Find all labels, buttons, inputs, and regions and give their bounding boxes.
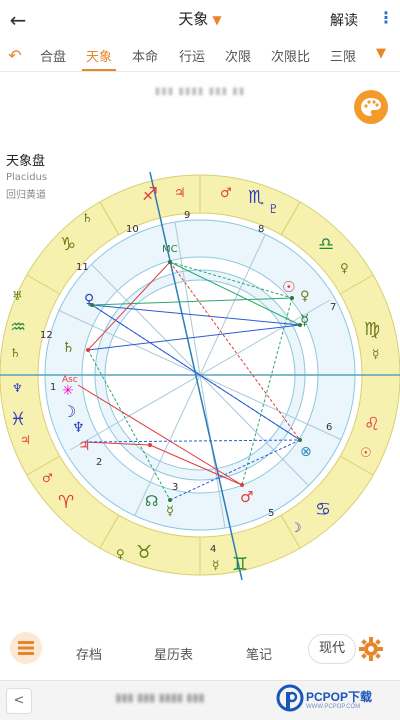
mars-planet-icon[interactable]: ♂	[240, 488, 253, 506]
page-title: 天象	[178, 10, 209, 28]
moon-planet-icon[interactable]: ☽	[62, 402, 76, 421]
jupiter-planet-icon[interactable]: ♃	[78, 438, 91, 454]
date-time-field[interactable]: ▮▮▮ ▮▮▮ ▮▮▮▮ ▮▮▮	[60, 691, 260, 709]
chevron-left-icon[interactable]: <	[6, 688, 32, 714]
pluto-ruler-icon: ♇	[268, 202, 279, 216]
neptune-planet-icon[interactable]: ♆	[72, 420, 85, 436]
svg-text:12: 12	[40, 330, 53, 341]
tab-transit-sky[interactable]: 天象	[86, 46, 112, 65]
svg-text:7: 7	[330, 302, 336, 313]
active-tab-indicator	[82, 69, 116, 71]
chevron-down-icon[interactable]: ▼	[376, 46, 386, 61]
svg-text:1: 1	[50, 382, 56, 393]
top-bar: ← 天象 ▼ 解读 ⋮	[0, 0, 400, 40]
aries-icon: ♈	[58, 492, 74, 513]
tab-bar: ↶ 合盘 天象 本命 行运 次限 次限比 三限 ▼	[0, 40, 400, 72]
list-icon	[18, 641, 34, 655]
gemini-icon: ♊	[232, 554, 248, 575]
mars-ruler-icon-2: ♂	[42, 471, 53, 485]
arrow-left-icon: ←	[9, 8, 27, 32]
svg-text:3: 3	[172, 482, 178, 493]
astrology-chart-wheel[interactable]: ♏ ♎ ♍ ♌ ♋ ♊ ♉ ♈ ♓ ♒ ♑ ♐ ♃ ♂ ♇ ♀ ☿ ☉ ☽ ☿ …	[0, 160, 400, 580]
venus-ruler-icon-2: ♀	[116, 547, 125, 561]
sun-ruler-icon: ☉	[360, 446, 372, 461]
svg-text:10: 10	[126, 224, 139, 235]
saturn-ruler-icon-2: ♄	[82, 211, 93, 225]
pisces-icon: ♓	[10, 409, 26, 430]
aquarius-icon: ♒	[10, 317, 26, 338]
interpret-button[interactable]: 解读	[330, 10, 358, 30]
libra-icon: ♎	[318, 234, 334, 255]
tab-natal[interactable]: 本命	[132, 46, 158, 65]
jupiter-ruler-icon: ♃	[174, 186, 186, 201]
ephemeris-button[interactable]: 星历表	[154, 644, 193, 663]
watermark-text: PCPOP下载	[306, 690, 373, 704]
list-button[interactable]	[10, 632, 42, 664]
mc-label: MC	[162, 244, 178, 255]
pcpop-logo	[276, 684, 304, 712]
bottom-action-bar: 存档 星历表 笔记 现代	[0, 628, 400, 674]
capricorn-icon: ♑	[60, 234, 76, 255]
uranus-planet-icon[interactable]: ⊗	[300, 444, 312, 460]
gear-icon[interactable]	[358, 636, 384, 662]
archive-button[interactable]: 存档	[76, 644, 102, 663]
svg-text:11: 11	[76, 262, 89, 273]
scorpio-icon: ♏	[248, 187, 264, 208]
venus-ruler-icon: ♀	[340, 261, 349, 275]
svg-text:6: 6	[326, 422, 332, 433]
venus-planet-icon-2[interactable]: ♀	[300, 289, 310, 304]
neptune-ruler-icon: ♆	[12, 381, 23, 395]
svg-text:2: 2	[96, 457, 102, 468]
mercury-ruler-icon-2: ☿	[212, 558, 219, 572]
title-dropdown[interactable]: 天象 ▼	[150, 8, 250, 29]
notes-button[interactable]: 笔记	[246, 644, 272, 663]
watermark-subtext: WWW.PCPOP.COM	[306, 704, 361, 710]
svg-text:4: 4	[210, 544, 216, 555]
mercury-planet-icon-2[interactable]: ☿	[166, 504, 174, 519]
modern-toggle-button[interactable]: 现代	[308, 634, 356, 664]
virgo-icon: ♍	[364, 319, 380, 340]
taurus-icon: ♉	[136, 542, 152, 563]
more-vertical-icon[interactable]: ⋮	[378, 8, 394, 27]
moon-ruler-icon: ☽	[290, 521, 302, 536]
mercury-ruler-icon: ☿	[372, 347, 379, 361]
sun-planet-icon[interactable]: ☉	[282, 278, 295, 296]
node-planet-icon[interactable]: ✳	[62, 383, 74, 399]
undo-icon[interactable]: ↶	[4, 44, 26, 68]
chevron-down-icon: ▼	[212, 13, 222, 27]
node-planet-icon-2[interactable]: ☊	[145, 492, 158, 510]
tab-synastry[interactable]: 合盘	[40, 46, 66, 65]
uranus-ruler-icon: ♅	[12, 289, 23, 303]
palette-button[interactable]	[354, 90, 388, 124]
leo-icon: ♌	[364, 414, 380, 435]
back-button[interactable]: ←	[6, 6, 30, 34]
chart-date-text: ▮▮▮ ▮▮▮▮ ▮▮▮ ▮▮	[154, 86, 246, 97]
tab-tertiary[interactable]: 三限	[330, 46, 356, 65]
jupiter-ruler-icon-2: ♃	[20, 433, 31, 447]
saturn-ruler-icon: ♄	[10, 346, 21, 360]
svg-text:9: 9	[184, 210, 190, 221]
svg-text:5: 5	[268, 508, 274, 519]
svg-text:8: 8	[258, 224, 264, 235]
cancer-icon: ♋	[315, 499, 331, 520]
tab-secondary-compare[interactable]: 次限比	[271, 46, 310, 65]
palette-icon	[361, 98, 381, 116]
tab-secondary[interactable]: 次限	[225, 46, 251, 65]
mars-ruler-icon: ♂	[220, 186, 232, 201]
tab-transits[interactable]: 行运	[179, 46, 205, 65]
saturn-planet-icon[interactable]: ♄	[62, 340, 75, 356]
sagittarius-icon: ♐	[142, 184, 158, 205]
